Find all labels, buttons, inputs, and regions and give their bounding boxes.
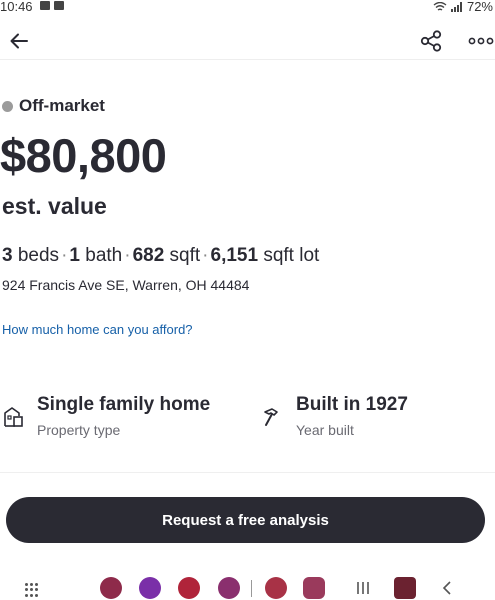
beds-count: 3 — [2, 245, 13, 266]
beds-label: beds — [17, 245, 60, 266]
baths-count: 1 — [69, 245, 80, 266]
price: $80,800 — [0, 129, 167, 182]
app-drawer-icon[interactable] — [25, 583, 39, 597]
status-dot — [2, 100, 13, 112]
property-type-feature: Single family home Property type — [37, 394, 210, 438]
affordability-link[interactable]: How much home can you afford? — [2, 322, 193, 337]
app-notification-icon — [54, 1, 64, 10]
sqft-label: sqft — [169, 245, 201, 266]
section-divider — [0, 472, 495, 473]
status-indicators: 72% — [433, 0, 493, 14]
price-label: est. value — [2, 193, 107, 219]
maps-app-icon[interactable] — [265, 577, 287, 599]
gallery-app-icon[interactable] — [303, 577, 325, 599]
messages-app-icon[interactable] — [139, 577, 161, 599]
property-type-label: Property type — [37, 422, 121, 438]
request-analysis-button[interactable]: Request a free analysis — [6, 497, 485, 543]
signal-icon — [450, 1, 462, 12]
camera-app-icon[interactable] — [394, 577, 416, 599]
battery-level: 72% — [466, 0, 493, 14]
status-time: 10:46 — [0, 0, 33, 14]
dialer-app-icon[interactable] — [178, 577, 200, 599]
year-built-feature: Built in 1927 Year built — [296, 394, 408, 438]
back-nav-icon[interactable] — [440, 580, 454, 596]
year-built-value: Built in 1927 — [296, 394, 408, 415]
hammer-icon — [264, 408, 278, 426]
share-icon[interactable] — [418, 28, 444, 54]
status-bar: 10:46 72% — [0, 0, 495, 16]
chat-app-icon[interactable] — [218, 577, 240, 599]
address: 924 Francis Ave SE, Warren, OH 44484 — [2, 277, 250, 293]
home-facts: 3 beds · 1 bath · 682 sqft · 6,151 sqft lot — [2, 245, 320, 266]
recent-apps-icon[interactable] — [355, 580, 371, 596]
listing-status: Off-market — [2, 96, 105, 116]
property-type-value: Single family home — [37, 394, 211, 415]
message-notification-icon — [40, 1, 50, 10]
year-built-label: Year built — [296, 422, 354, 438]
house-icon — [4, 407, 23, 427]
lot-label: sqft lot — [263, 245, 320, 266]
sqft-count: 682 — [132, 245, 165, 266]
back-arrow-icon[interactable] — [6, 28, 32, 54]
status-label: Off-market — [19, 96, 105, 115]
system-nav-bar — [0, 570, 495, 600]
more-options-icon[interactable] — [467, 28, 495, 54]
top-app-bar — [0, 24, 495, 60]
lot-count: 6,151 — [210, 245, 259, 266]
notification-icons — [40, 1, 64, 10]
phone-app-icon[interactable] — [100, 577, 122, 599]
wifi-icon — [433, 1, 447, 11]
nav-separator — [251, 580, 252, 597]
baths-label: bath — [85, 245, 123, 266]
